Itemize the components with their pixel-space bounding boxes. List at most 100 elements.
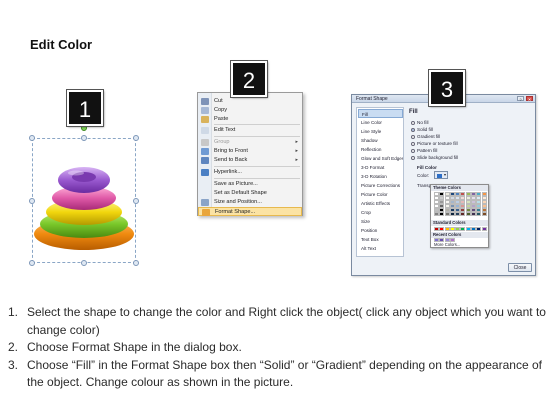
radio-selected-icon <box>411 128 415 132</box>
instruction-number: 3. <box>8 357 19 372</box>
nav-item-reflection[interactable]: Reflection <box>358 145 403 154</box>
nav-item-alt-text[interactable]: Alt Text <box>358 244 403 253</box>
color-swatch[interactable] <box>471 212 477 216</box>
color-swatch[interactable] <box>460 212 466 216</box>
radio-no-fill[interactable]: No fill <box>411 120 429 126</box>
menu-separator <box>214 178 300 179</box>
close-button[interactable]: Close <box>508 263 532 272</box>
scissors-icon <box>201 98 209 105</box>
instruction-item: 1. Select the shape to change the color a… <box>4 304 552 339</box>
fill-color-button[interactable]: ▾ <box>434 171 448 179</box>
nav-item-fill[interactable]: Fill <box>358 109 403 118</box>
size-icon <box>201 199 209 206</box>
menu-item-edit-text[interactable]: Edit Text <box>198 126 302 135</box>
radio-slide-background-fill[interactable]: Slide background fill <box>411 155 458 161</box>
radio-label: Gradient fill <box>417 134 441 139</box>
color-swatch[interactable] <box>444 227 450 231</box>
radio-icon <box>411 149 415 153</box>
menu-item-label: Group <box>214 139 230 145</box>
theme-colors-heading: Theme Colors <box>431 185 488 191</box>
color-swatch[interactable] <box>465 212 471 216</box>
close-window-button[interactable]: ✕ <box>526 96 533 102</box>
menu-separator <box>214 166 300 167</box>
instruction-text: Choose “Fill” in the Format Shape box th… <box>27 357 542 390</box>
nav-item-picture-corrections[interactable]: Picture Corrections <box>358 181 403 190</box>
instruction-text: Choose Format Shape in the dialog box. <box>27 340 242 354</box>
radio-gradient-fill[interactable]: Gradient fill <box>411 134 440 140</box>
menu-item-label: Cut <box>214 98 223 104</box>
submenu-arrow-icon: ▸ <box>295 148 298 154</box>
menu-item-copy[interactable]: Copy <box>198 106 302 115</box>
submenu-arrow-icon: ▸ <box>295 139 298 145</box>
color-swatch[interactable] <box>439 212 445 216</box>
hyperlink-icon <box>201 169 209 176</box>
menu-item-label: Send to Back <box>214 157 248 163</box>
color-swatch[interactable] <box>434 227 439 231</box>
more-colors-link[interactable]: More Colors... <box>434 242 460 247</box>
ring-stack-shape[interactable] <box>24 125 144 276</box>
color-swatch[interactable] <box>455 212 461 216</box>
menu-item-label: Hyperlink... <box>214 169 242 175</box>
menu-item-label: Format Shape... <box>215 209 256 215</box>
nav-item-glow[interactable]: Glow and Soft Edges <box>358 154 403 163</box>
paste-icon <box>201 116 209 123</box>
color-palette-dropdown: Theme Colors Standard Colors Recent Colo… <box>430 184 489 248</box>
menu-item-save-as-picture[interactable]: Save as Picture... <box>198 180 302 189</box>
color-swatch[interactable] <box>449 227 455 231</box>
menu-item-hyperlink[interactable]: Hyperlink... <box>198 168 302 177</box>
help-button[interactable]: ? <box>517 96 524 102</box>
bring-front-icon <box>201 148 209 155</box>
nav-item-3d-format[interactable]: 3-D Format <box>358 163 403 172</box>
menu-item-label: Set as Default Shape <box>214 190 267 196</box>
radio-icon <box>411 142 415 146</box>
color-swatch[interactable] <box>476 227 482 231</box>
nav-item-line-color[interactable]: Line Color <box>358 118 403 127</box>
color-swatch[interactable] <box>444 212 450 216</box>
group-icon <box>201 139 209 146</box>
menu-item-paste[interactable]: Paste <box>198 115 302 124</box>
menu-item-size-position[interactable]: Size and Position... <box>198 198 302 207</box>
radio-icon <box>411 156 415 160</box>
radio-icon <box>411 121 415 125</box>
nav-item-line-style[interactable]: Line Style <box>358 127 403 136</box>
nav-item-3d-rotation[interactable]: 3-D Rotation <box>358 172 403 181</box>
nav-item-picture-color[interactable]: Picture Color <box>358 190 403 199</box>
menu-item-label: Paste <box>214 116 229 122</box>
theme-colors-grid <box>434 192 487 216</box>
radio-solid-fill[interactable]: Solid fill <box>411 127 433 133</box>
color-swatch[interactable] <box>481 227 487 231</box>
nav-item-size[interactable]: Size <box>358 217 403 226</box>
radio-picture-fill[interactable]: Picture or texture fill <box>411 141 458 147</box>
color-swatch[interactable] <box>449 212 455 216</box>
color-swatch[interactable] <box>439 227 445 231</box>
menu-item-group: Group ▸ <box>198 138 302 147</box>
radio-pattern-fill[interactable]: Pattern fill <box>411 148 437 154</box>
step-badge-2: 2 <box>230 60 268 98</box>
menu-item-set-default-shape[interactable]: Set as Default Shape <box>198 189 302 198</box>
nav-item-artistic-effects[interactable]: Artistic Effects <box>358 199 403 208</box>
nav-item-shadow[interactable]: Shadow <box>358 136 403 145</box>
color-swatch[interactable] <box>465 227 471 231</box>
menu-item-label: Bring to Front <box>214 148 248 154</box>
context-menu: Cut Copy Paste Edit Text Group ▸ Bring t… <box>197 92 303 216</box>
instruction-number: 1. <box>8 305 19 319</box>
radio-label: Picture or texture fill <box>417 141 458 146</box>
color-swatch <box>437 174 442 178</box>
nav-item-position[interactable]: Position <box>358 226 403 235</box>
edit-text-icon <box>201 127 209 134</box>
menu-item-send-to-back[interactable]: Send to Back ▸ <box>198 156 302 165</box>
color-swatch[interactable] <box>455 227 461 231</box>
color-swatch[interactable] <box>460 227 466 231</box>
color-swatch[interactable] <box>476 212 482 216</box>
menu-item-format-shape[interactable]: Format Shape... <box>198 207 302 216</box>
color-swatch[interactable] <box>471 227 477 231</box>
instruction-text: Select the shape to change the color and… <box>27 305 546 337</box>
color-swatch[interactable] <box>481 212 487 216</box>
instruction-item: 2. Choose Format Shape in the dialog box. <box>4 339 552 357</box>
nav-item-crop[interactable]: Crop <box>358 208 403 217</box>
color-swatch[interactable] <box>434 212 439 216</box>
send-back-icon <box>201 157 209 164</box>
nav-item-text-box[interactable]: Text Box <box>358 235 403 244</box>
submenu-arrow-icon: ▸ <box>295 157 298 163</box>
menu-item-bring-to-front[interactable]: Bring to Front ▸ <box>198 147 302 156</box>
